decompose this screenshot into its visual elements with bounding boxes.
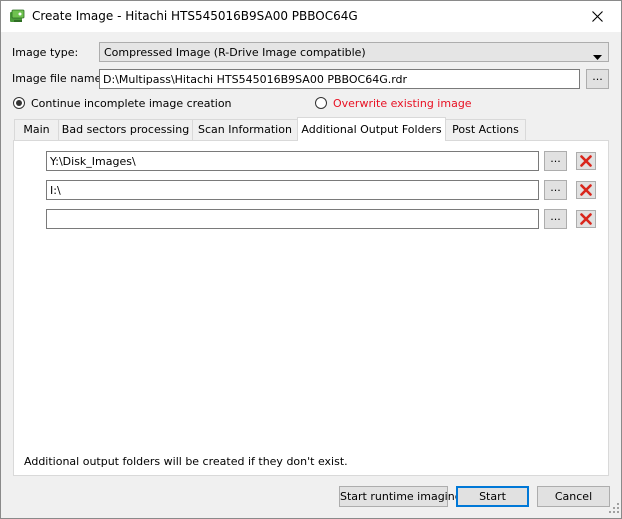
close-icon	[592, 11, 603, 22]
overwrite-label[interactable]: Overwrite existing image	[333, 97, 472, 110]
image-file-value: D:\Multipass\Hitachi HTS545016B9SA00 PBB…	[103, 73, 408, 86]
start-button[interactable]: Start	[456, 486, 529, 507]
additional-output-folders-panel: Y:\Disk_Images\ ... I:\ ... ... Addition…	[13, 140, 609, 476]
tab-bad-sectors-processing[interactable]: Bad sectors processing	[58, 119, 193, 140]
disk-image-icon	[9, 8, 25, 24]
resize-grip-icon[interactable]	[609, 503, 619, 516]
tab-scan-information[interactable]: Scan Information	[192, 119, 298, 140]
tab-post-actions[interactable]: Post Actions	[445, 119, 526, 140]
tab-main[interactable]: Main	[14, 119, 59, 140]
output-folder-value-2: I:\	[50, 184, 61, 197]
output-folder-delete-button-2[interactable]	[576, 181, 596, 199]
window-title: Create Image - Hitachi HTS545016B9SA00 P…	[32, 9, 358, 23]
output-folder-input-2[interactable]: I:\	[46, 180, 539, 200]
start-runtime-imaging-button[interactable]: Start runtime imaging	[339, 486, 462, 507]
create-image-dialog: Create Image - Hitachi HTS545016B9SA00 P…	[0, 0, 622, 519]
output-folder-browse-button-2[interactable]: ...	[544, 180, 567, 200]
overwrite-radio[interactable]	[315, 97, 327, 109]
image-file-input[interactable]: D:\Multipass\Hitachi HTS545016B9SA00 PBB…	[99, 69, 580, 89]
output-folder-delete-button-1[interactable]	[576, 152, 596, 170]
image-type-select[interactable]: Compressed Image (R-Drive Image compatib…	[99, 42, 609, 62]
image-file-label: Image file name:	[12, 72, 106, 85]
output-folder-input-3[interactable]	[46, 209, 539, 229]
cancel-button[interactable]: Cancel	[537, 486, 610, 507]
image-type-value: Compressed Image (R-Drive Image compatib…	[104, 46, 366, 59]
continue-radio[interactable]	[13, 97, 25, 109]
output-folder-browse-button-1[interactable]: ...	[544, 151, 567, 171]
continue-label[interactable]: Continue incomplete image creation	[31, 97, 232, 110]
image-file-browse-button[interactable]: ...	[586, 69, 609, 89]
chevron-down-icon	[593, 50, 602, 63]
title-bar[interactable]: Create Image - Hitachi HTS545016B9SA00 P…	[1, 1, 621, 32]
red-x-icon	[580, 184, 592, 196]
output-folder-input-1[interactable]: Y:\Disk_Images\	[46, 151, 539, 171]
output-folders-note: Additional output folders will be create…	[24, 455, 348, 468]
image-type-label: Image type:	[12, 46, 79, 59]
output-folder-delete-button-3[interactable]	[576, 210, 596, 228]
tab-additional-output-folders[interactable]: Additional Output Folders	[297, 117, 446, 141]
output-folder-browse-button-3[interactable]: ...	[544, 209, 567, 229]
red-x-icon	[580, 213, 592, 225]
red-x-icon	[580, 155, 592, 167]
close-button[interactable]	[575, 1, 621, 32]
output-folder-value-1: Y:\Disk_Images\	[50, 155, 136, 168]
